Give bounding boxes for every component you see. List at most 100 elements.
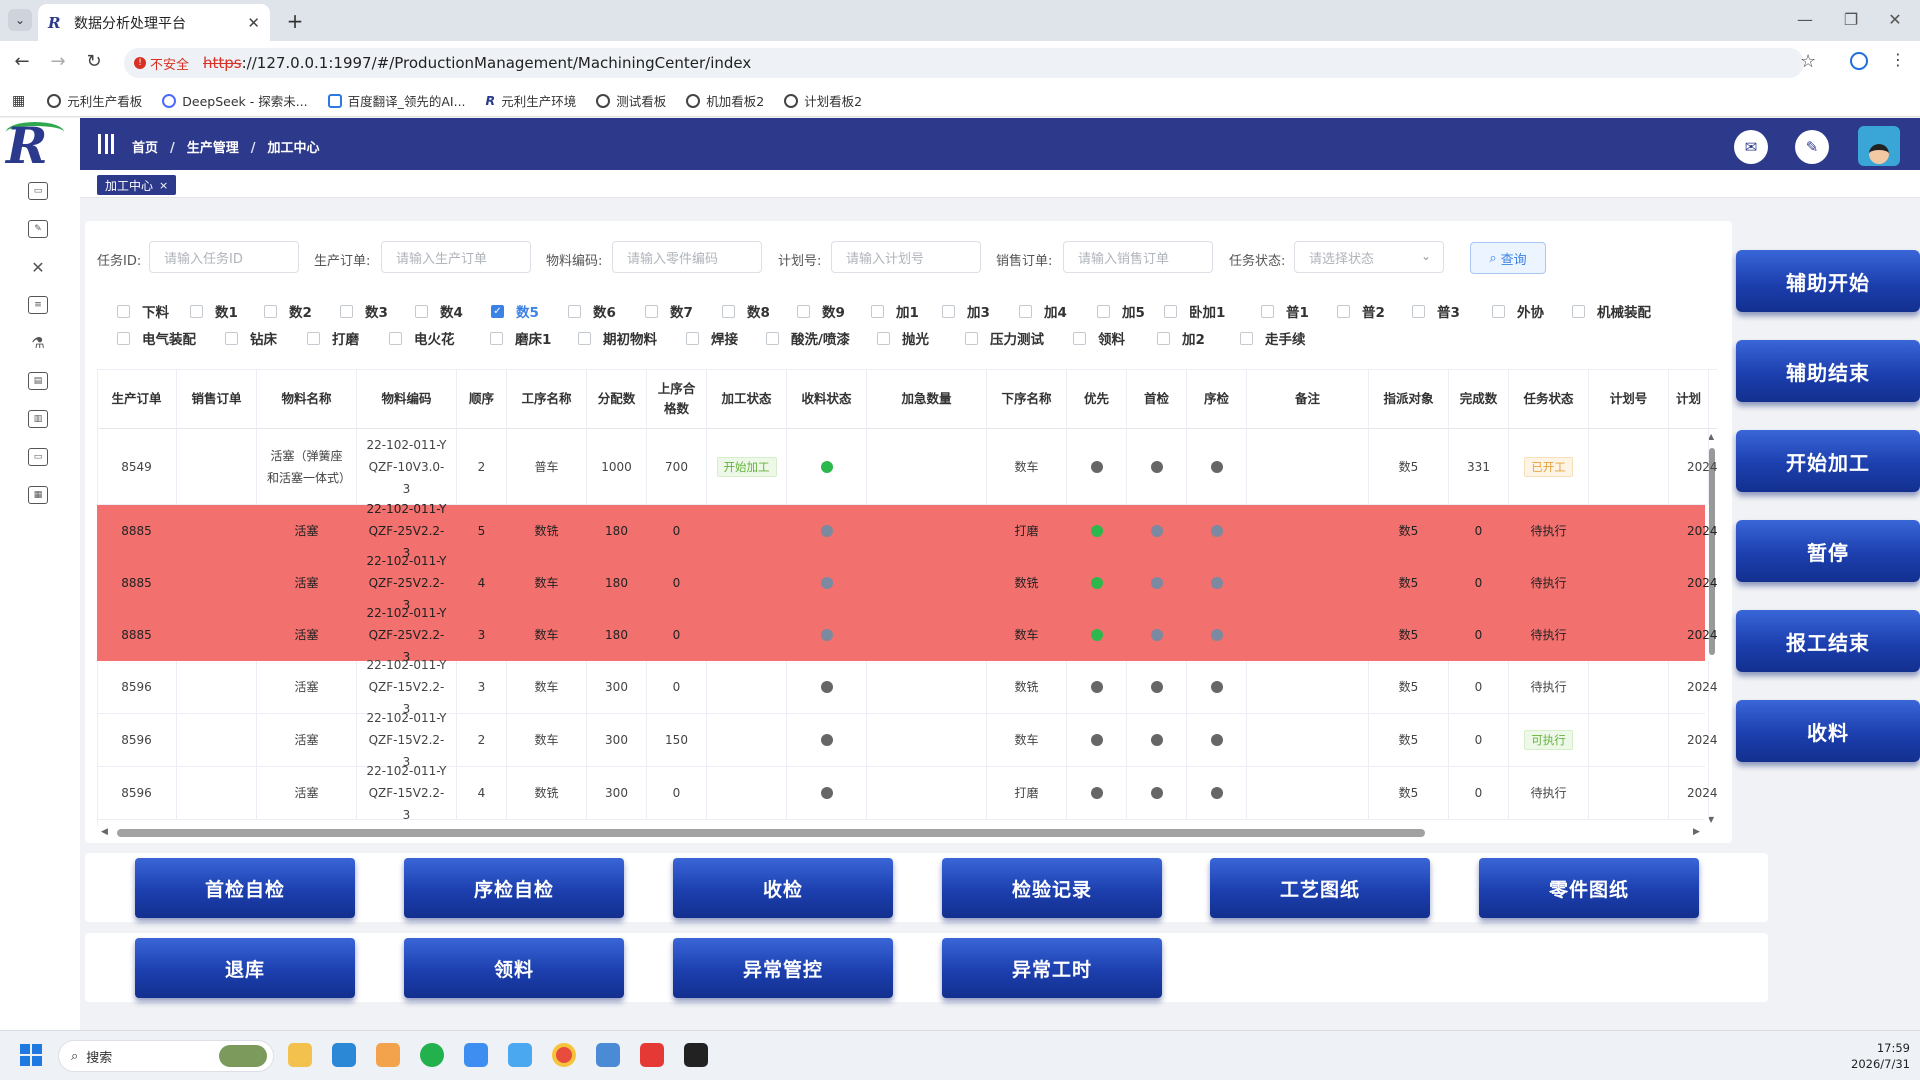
bookmark-item[interactable]: 测试看板 (596, 91, 666, 110)
table-row[interactable]: 8596 活塞 22-102-011-Y QZF-15V2.2-3 3 数车 300 0 数铣… (97, 658, 1718, 716)
message-icon[interactable]: ✉ (1734, 130, 1768, 164)
checkbox-box[interactable] (686, 331, 699, 345)
bookmark-item[interactable]: R 元利生产环境 (486, 91, 577, 110)
col-header-receive-status[interactable]: 收料状态 (787, 369, 867, 429)
truck-icon[interactable]: ▤ (28, 372, 48, 390)
col-header-priority[interactable]: 优先 (1067, 369, 1127, 429)
forward-icon[interactable]: → (46, 51, 70, 72)
col-header-urgent-qty[interactable]: 加急数量 (867, 369, 987, 429)
checkbox-box[interactable]: ✓ (491, 304, 504, 318)
bookmark-item[interactable]: 百度翻译_领先的AI... (327, 91, 466, 110)
bookmark-item[interactable]: 机加看板2 (686, 91, 764, 110)
scroll-right-icon[interactable]: ▶ (1693, 827, 1700, 837)
terminal-icon[interactable] (684, 1043, 708, 1067)
checkbox-checks_row2-3[interactable]: 电火花 (389, 329, 455, 348)
col-header-allocated[interactable]: 分配数 (587, 369, 647, 429)
chrome-icon[interactable] (552, 1043, 576, 1067)
menu-toggle-icon[interactable] (98, 134, 114, 154)
checkbox-box[interactable] (1097, 304, 1110, 318)
notepad-icon[interactable] (596, 1043, 620, 1067)
checkbox-box[interactable] (1073, 331, 1086, 345)
checkbox-box[interactable] (722, 304, 735, 318)
return-stock-button[interactable]: 退库 (135, 938, 355, 998)
tag-machining-center[interactable]: 加工中心 × (97, 175, 177, 195)
checkbox-checks_row2-10[interactable]: 领料 (1073, 329, 1125, 348)
checkbox-box[interactable] (1164, 304, 1177, 318)
col-header-remark[interactable]: 备注 (1247, 369, 1369, 429)
checkbox-checks_row1-7[interactable]: 数7 (645, 302, 693, 321)
checkbox-checks_row1-15[interactable]: 普1 (1261, 302, 1309, 321)
start-machining-button[interactable]: 开始加工 (1736, 430, 1920, 492)
col-header-prev-qualified[interactable]: 上序合格数 (647, 369, 707, 429)
apps-grid-icon[interactable]: ▦ (12, 93, 25, 109)
table-row[interactable]: 8549 活塞（弹簧座和活塞一体式） 22-102-011-Y QZF-10V3.0… (97, 429, 1718, 505)
checkbox-box[interactable] (117, 304, 130, 318)
url-omnibox[interactable]: ! 不安全 https://127.0.0.1:1997/#/Production… (124, 48, 1804, 78)
checkbox-checks_row1-17[interactable]: 普3 (1412, 302, 1460, 321)
checkbox-checks_row2-7[interactable]: 酸洗/喷漆 (766, 329, 850, 348)
checkbox-box[interactable] (1412, 304, 1425, 318)
breadcrumb-production[interactable]: 生产管理 (187, 141, 239, 156)
col-header-sequence-inspect[interactable]: 序检 (1187, 369, 1247, 429)
checkbox-box[interactable] (766, 331, 779, 345)
col-header-next-process[interactable]: 下序名称 (987, 369, 1067, 429)
close-window-icon[interactable]: ✕ (1880, 10, 1910, 29)
checkbox-box[interactable] (307, 331, 320, 345)
insecure-badge[interactable]: ! 不安全 (134, 54, 189, 73)
tab-list-icon[interactable]: ⌄ (8, 9, 32, 31)
checkbox-box[interactable] (389, 331, 402, 345)
browser-tab[interactable]: R 数据分析处理平台 ✕ (38, 4, 270, 41)
checkbox-box[interactable] (568, 304, 581, 318)
app2-icon[interactable] (508, 1043, 532, 1067)
col-header-first-inspect[interactable]: 首检 (1127, 369, 1187, 429)
col-header-material-code[interactable]: 物料编码 (357, 369, 457, 429)
checkbox-checks_row2-5[interactable]: 期初物料 (578, 329, 657, 348)
checkbox-checks_row2-12[interactable]: 走手续 (1240, 329, 1306, 348)
checkbox-box[interactable] (264, 304, 277, 318)
scroll-left-icon[interactable]: ◀ (101, 827, 108, 837)
checkbox-box[interactable] (645, 304, 658, 318)
checkbox-checks_row2-0[interactable]: 电气装配 (117, 329, 196, 348)
checkbox-box[interactable] (490, 331, 503, 345)
table-row[interactable]: 8885 活塞 22-102-011-Y QZF-25V2.2-3 4 数车 180 0 数铣… (97, 554, 1718, 612)
checkbox-checks_row1-19[interactable]: 机械装配 (1572, 302, 1651, 321)
checkbox-box[interactable] (942, 304, 955, 318)
reload-icon[interactable]: ↻ (82, 51, 106, 72)
receive-inspect-button[interactable]: 收检 (673, 858, 893, 918)
checkbox-checks_row1-4[interactable]: 数4 (415, 302, 463, 321)
checkbox-box[interactable] (340, 304, 353, 318)
checkbox-checks_row1-6[interactable]: 数6 (568, 302, 616, 321)
checkbox-checks_row2-1[interactable]: 钻床 (225, 329, 277, 348)
checkbox-box[interactable] (225, 331, 238, 345)
close-tag-icon[interactable]: × (159, 179, 168, 192)
task-id-input[interactable]: 请输入任务ID (149, 241, 299, 273)
table-row[interactable]: 8596 活塞 22-102-011-Y QZF-15V2.2-3 2 数车 300 150… (97, 711, 1718, 769)
close-tab-icon[interactable]: ✕ (247, 14, 260, 32)
col-header-task-status[interactable]: 任务状态 (1509, 369, 1589, 429)
checkbox-checks_row1-14[interactable]: 卧加1 (1164, 302, 1225, 321)
report-icon[interactable]: ≡ (28, 296, 48, 314)
plan-no-input[interactable]: 请输入计划号 (831, 241, 981, 273)
checkbox-box[interactable] (415, 304, 428, 318)
col-header-process-name[interactable]: 工序名称 (507, 369, 587, 429)
aux-end-button[interactable]: 辅助结束 (1736, 340, 1920, 402)
pause-button[interactable]: 暂停 (1736, 520, 1920, 582)
bookmark-item[interactable]: 元利生产看板 (47, 91, 142, 110)
restore-icon[interactable]: ❐ (1836, 10, 1866, 29)
checkbox-checks_row1-12[interactable]: 加4 (1019, 302, 1067, 321)
checkbox-checks_row2-4[interactable]: 磨床1 (490, 329, 551, 348)
checkbox-checks_row1-1[interactable]: 数1 (190, 302, 238, 321)
checkbox-checks_row1-3[interactable]: 数3 (340, 302, 388, 321)
prod-order-input[interactable]: 请输入生产订单 (381, 241, 531, 273)
monitor-icon[interactable]: ▭ (28, 182, 48, 200)
table-row[interactable]: 8885 活塞 22-102-011-Y QZF-25V2.2-3 3 数车 180 0 数车… (97, 606, 1718, 664)
checkbox-checks_row1-18[interactable]: 外协 (1492, 302, 1544, 321)
checkbox-checks_row1-0[interactable]: 下料 (117, 302, 169, 321)
checkbox-box[interactable] (1019, 304, 1032, 318)
col-header-assignee[interactable]: 指派对象 (1369, 369, 1449, 429)
col-header-plan-date[interactable]: 计划 (1669, 369, 1709, 429)
col-header-plan-no[interactable]: 计划号 (1589, 369, 1669, 429)
checkbox-checks_row2-8[interactable]: 抛光 (877, 329, 929, 348)
checkbox-checks_row1-11[interactable]: 加3 (942, 302, 990, 321)
table-row[interactable]: 8596 活塞 22-102-011-Y QZF-15V2.2-3 4 数铣 300 0 打磨… (97, 764, 1718, 822)
